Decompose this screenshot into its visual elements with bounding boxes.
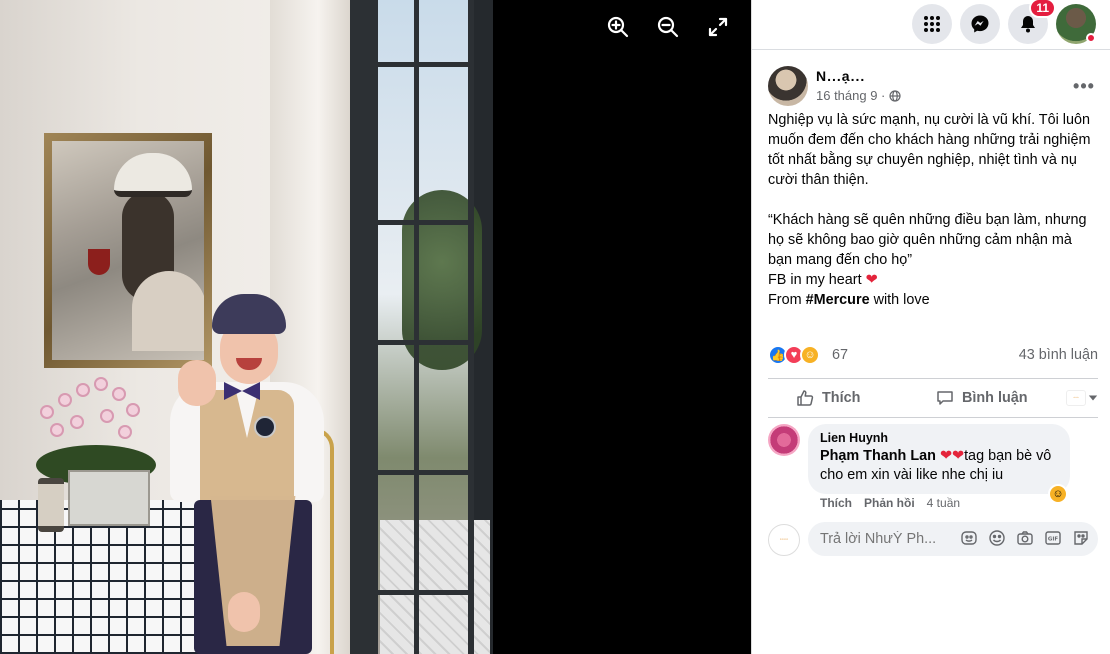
author-name[interactable]: N...ạ... <box>816 68 865 84</box>
gif-icon[interactable]: GIF <box>1044 529 1062 547</box>
top-bar: 11 <box>752 0 1110 50</box>
orchid-pot <box>68 470 150 526</box>
thumbs-up-icon <box>797 390 814 406</box>
sticker-avatar-icon[interactable] <box>960 529 978 547</box>
commenter-name[interactable]: Lien Huynh <box>820 431 1058 445</box>
person-in-uniform <box>170 290 330 654</box>
comment-button[interactable]: Bình luận <box>936 383 1028 413</box>
post-photo[interactable] <box>0 0 493 654</box>
post-meta: 16 tháng 9 · <box>816 88 901 103</box>
reaction-count[interactable]: 67 <box>832 347 848 363</box>
comment-time[interactable]: 4 tuần <box>927 496 960 510</box>
care-reaction-icon: ☺ <box>800 345 820 365</box>
comment-like-link[interactable]: Thích <box>820 496 852 510</box>
post-line: From #Mercure with love <box>768 292 930 308</box>
post-quote: “Khách hàng sẽ quên những điều bạn làm, … <box>768 212 1087 268</box>
zoom-in-icon[interactable] <box>605 14 631 40</box>
zoom-out-icon[interactable] <box>655 14 681 40</box>
fullscreen-icon[interactable] <box>705 14 731 40</box>
emoji-icon[interactable] <box>988 529 1006 547</box>
messenger-icon[interactable] <box>960 4 1000 44</box>
tagged-user-link[interactable]: Phạm Thanh Lan <box>820 448 936 464</box>
comment-icon <box>937 391 953 405</box>
commenter-avatar[interactable] <box>768 424 800 456</box>
comment-count[interactable]: 43 bình luận <box>1019 347 1098 363</box>
notification-badge: 11 <box>1029 0 1056 18</box>
svg-text:GIF: GIF <box>1048 537 1059 543</box>
viewer-controls <box>605 14 731 40</box>
post-panel: 11 N...ạ... 16 tháng 9 · ••• Nghiệp vụ l… <box>751 0 1110 654</box>
like-button[interactable]: Thích <box>796 383 860 413</box>
page-avatar: ◦◦◦ <box>1066 390 1086 406</box>
heart-icon: ❤ <box>865 272 878 288</box>
page-avatar: ◦◦◦◦ <box>768 524 800 556</box>
share-audience-selector[interactable]: ◦◦◦ <box>1066 383 1098 413</box>
heart-icon: ❤❤ <box>939 448 965 464</box>
more-options-icon[interactable]: ••• <box>1070 72 1098 100</box>
author-avatar[interactable] <box>768 66 808 106</box>
post-line: FB in my heart ❤ <box>768 272 878 288</box>
orchid-flowers <box>30 375 150 455</box>
comment-actions: Thích Phản hồi 4 tuần <box>820 496 960 510</box>
reaction-icons[interactable]: 👍 ♥ ☺ <box>768 345 820 365</box>
bell-icon[interactable]: 11 <box>1008 0 1056 44</box>
reply-box: ◦◦◦◦ GIF <box>768 522 1098 556</box>
photo-viewer <box>0 0 751 654</box>
hashtag-link[interactable]: #Mercure <box>806 292 870 308</box>
post-date[interactable]: 16 tháng 9 · <box>816 88 885 103</box>
post-text: Nghiệp vụ là sức mạnh, nụ cười là vũ khí… <box>768 110 1098 310</box>
chevron-down-icon <box>1088 395 1098 401</box>
post-actions: Thích Bình luận ◦◦◦ <box>768 378 1098 418</box>
grid-menu-icon[interactable] <box>912 4 952 44</box>
post-paragraph: Nghiệp vụ là sức mạnh, nụ cười là vũ khí… <box>768 112 1091 188</box>
sticker-icon[interactable] <box>1072 529 1090 547</box>
reactions-bar: 👍 ♥ ☺ 67 43 bình luận <box>768 343 1098 367</box>
post-header: N...ạ... 16 tháng 9 · ••• <box>768 66 1098 110</box>
comment-reply-link[interactable]: Phản hồi <box>864 496 915 510</box>
comment-item: Lien Huynh Phạm Thanh Lan ❤❤tag bạn bè v… <box>768 424 1098 514</box>
reply-tools: GIF <box>960 529 1090 547</box>
camera-icon[interactable] <box>1016 529 1034 547</box>
status-dot <box>1086 33 1096 43</box>
comment-bubble: Lien Huynh Phạm Thanh Lan ❤❤tag bạn bè v… <box>808 424 1070 494</box>
care-reaction-icon[interactable]: ☺ <box>1048 484 1068 504</box>
globe-icon <box>889 89 901 102</box>
comment-text: Phạm Thanh Lan ❤❤tag bạn bè vô cho em xi… <box>820 448 1052 483</box>
